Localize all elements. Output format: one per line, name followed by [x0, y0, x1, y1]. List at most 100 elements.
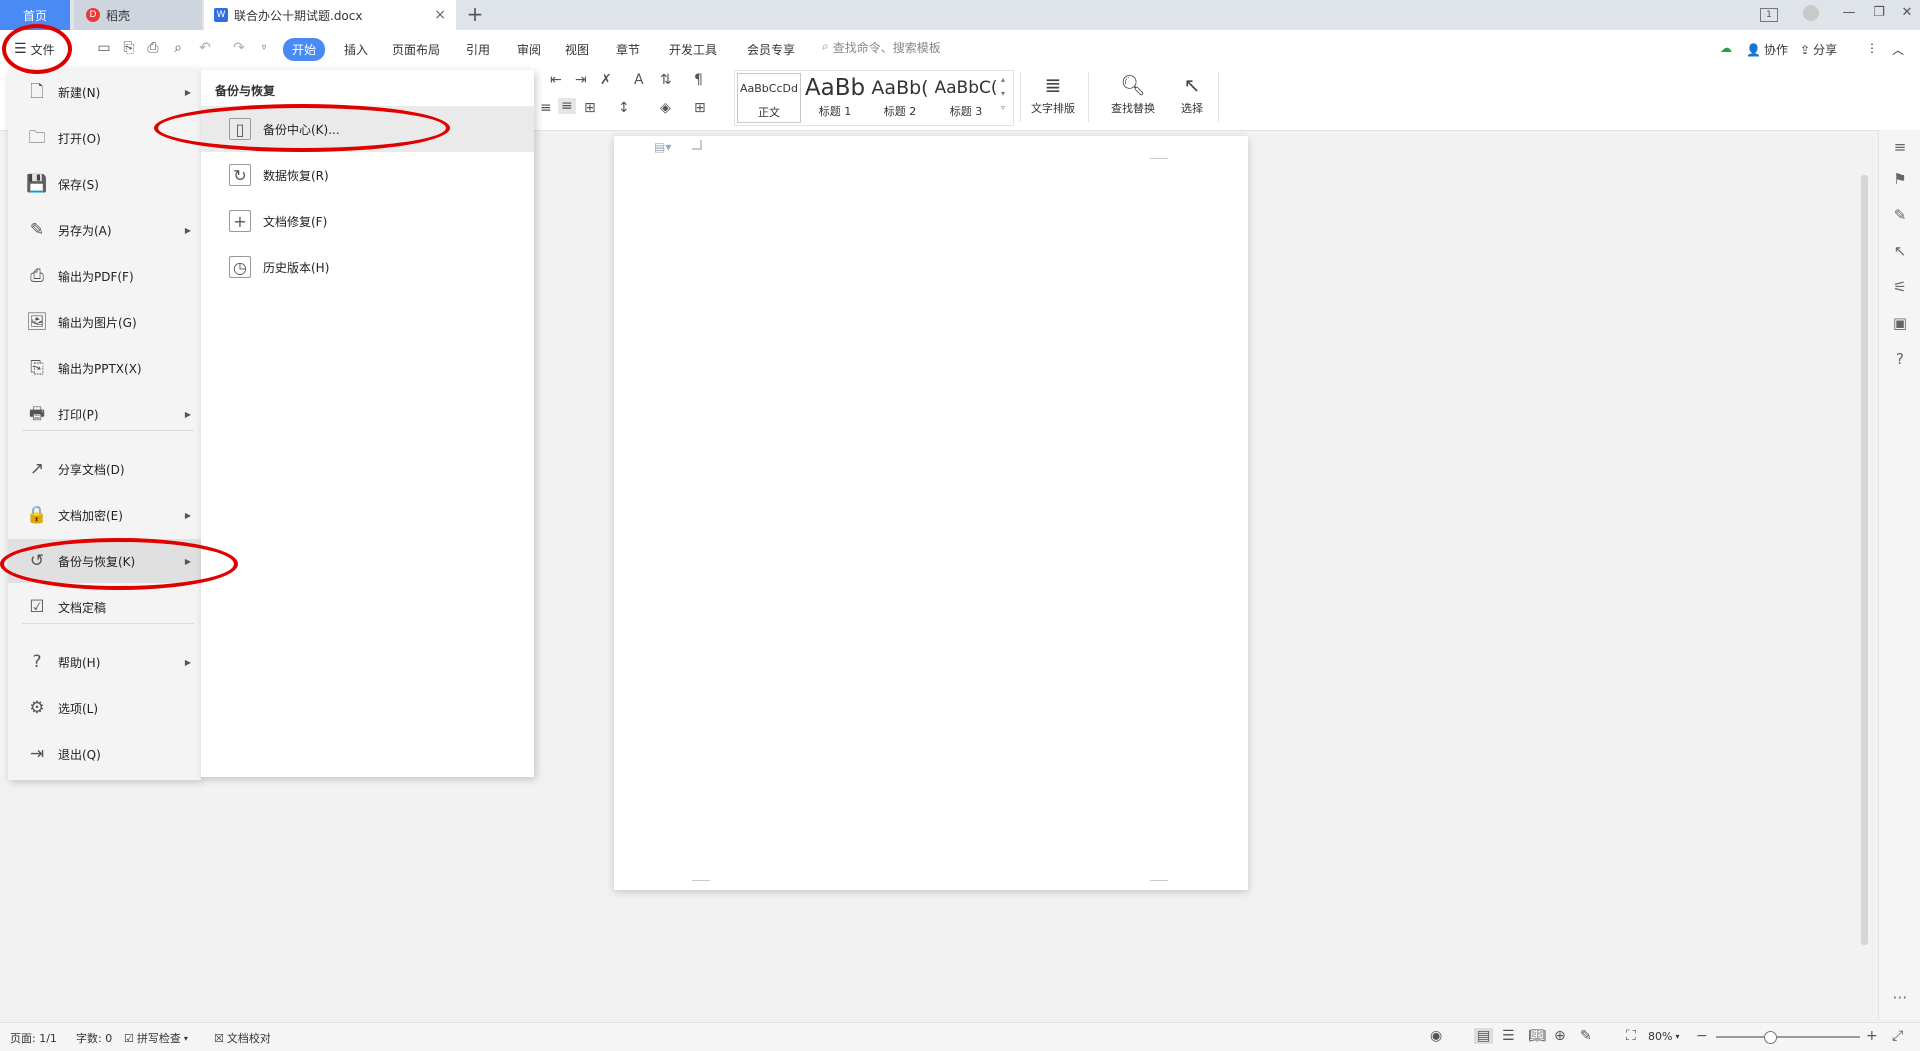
- help-circle-icon[interactable]: ?: [1889, 350, 1911, 372]
- collapse-ribbon-icon[interactable]: ︿: [1892, 41, 1904, 58]
- cross-icon[interactable]: ✗: [600, 72, 612, 88]
- decrease-indent-icon[interactable]: ⇤: [550, 72, 562, 88]
- adjust-icon[interactable]: ⚟: [1889, 278, 1911, 300]
- zoom-slider-track[interactable]: [1716, 1036, 1860, 1038]
- tab-document[interactable]: W 联合办公十期试题.docx ×: [204, 0, 456, 30]
- submenu-item-backup-center[interactable]: ▯ 备份中心(K)...: [201, 106, 534, 152]
- submenu-item-doc-repair[interactable]: + 文档修复(F): [201, 198, 534, 244]
- file-menu-button[interactable]: ☰ 文件: [8, 36, 61, 62]
- restore-icon[interactable]: ❐: [1868, 5, 1890, 20]
- tab-view[interactable]: 视图: [565, 41, 589, 58]
- style-heading-2-sample: AaBb(: [871, 77, 929, 99]
- tab-developer[interactable]: 开发工具: [669, 41, 717, 58]
- spellcheck-button[interactable]: ☑ 拼写检查 ▾: [124, 1030, 188, 1046]
- file-menu-item-save-as[interactable]: ✎ 另存为(A) ▶: [8, 208, 201, 252]
- file-menu-item-encrypt[interactable]: 🔒 文档加密(E) ▶: [8, 493, 201, 537]
- more-dots-icon[interactable]: ⋯: [1889, 988, 1911, 1010]
- distribute-icon[interactable]: ⊞: [584, 100, 596, 116]
- file-menu-item-new-doc[interactable]: 🗋 新建(N) ▶: [8, 70, 201, 114]
- reading-view-icon[interactable]: 📖︎: [1528, 1028, 1546, 1044]
- style-normal[interactable]: AaBbCcDd 正文: [737, 73, 801, 123]
- collaborate-button[interactable]: 👤 协作: [1746, 41, 1788, 58]
- document-page[interactable]: ▤▾: [614, 136, 1248, 890]
- writing-mode-icon[interactable]: ✎: [1580, 1028, 1592, 1044]
- shading-icon[interactable]: ◈: [660, 100, 671, 116]
- undo-icon[interactable]: ↶: [196, 39, 214, 57]
- scrollbar-thumb[interactable]: [1861, 175, 1868, 945]
- show-marks-icon[interactable]: ¶: [694, 72, 703, 88]
- zoom-slider-handle[interactable]: [1764, 1031, 1777, 1044]
- text-layout-button[interactable]: ≣ 文字排版: [1022, 70, 1084, 116]
- file-menu-item-share[interactable]: ↗ 分享文档(D): [8, 447, 201, 491]
- tab-home[interactable]: 首页: [0, 0, 70, 30]
- close-window-icon[interactable]: ✕: [1896, 5, 1918, 20]
- submenu-item-history[interactable]: ◷ 历史版本(H): [201, 244, 534, 290]
- outline-view-icon[interactable]: ☰: [1502, 1028, 1515, 1044]
- minimize-icon[interactable]: —: [1838, 5, 1860, 20]
- proofread-button[interactable]: ☒ 文档校对: [214, 1030, 271, 1046]
- text-direction-icon[interactable]: A: [634, 72, 644, 88]
- sort-icon[interactable]: ⇅: [660, 72, 672, 88]
- style-heading-3[interactable]: AaBbC( 标题 3: [933, 73, 999, 125]
- zoom-out-icon[interactable]: −: [1696, 1028, 1708, 1044]
- share-button[interactable]: ⇪ 分享: [1800, 41, 1837, 58]
- submenu-item-data-recovery[interactable]: ↻ 数据恢复(R): [201, 152, 534, 198]
- cloud-sync-icon[interactable]: ☁: [1720, 41, 1732, 55]
- word-count[interactable]: 字数: 0: [76, 1030, 112, 1046]
- file-menu-item-pptx[interactable]: ⎘ 输出为PPTX(X): [8, 346, 201, 390]
- align-left-icon[interactable]: ≡: [540, 100, 552, 116]
- image-icon: 🖼: [26, 312, 48, 332]
- align-center-icon[interactable]: ≡: [558, 98, 576, 114]
- redo-icon[interactable]: ↷: [230, 39, 248, 57]
- close-tab-icon[interactable]: ×: [434, 7, 446, 23]
- page-view-icon[interactable]: ▤: [1474, 1028, 1494, 1044]
- file-menu-item-help[interactable]: ? 帮助(H) ▶: [8, 640, 201, 684]
- file-menu-item-exit[interactable]: ⇥ 退出(Q): [8, 732, 201, 776]
- tab-start[interactable]: 开始: [283, 38, 326, 61]
- style-gallery-scroll-icon[interactable]: ▴ ▾ ▿: [1001, 73, 1005, 115]
- more-options-icon[interactable]: ⋮: [1866, 41, 1878, 55]
- style-heading-1[interactable]: AaBb 标题 1: [803, 73, 867, 125]
- image-tool-icon[interactable]: ▣: [1889, 314, 1911, 336]
- line-spacing-icon[interactable]: ↕: [618, 100, 630, 116]
- doc-outline-icon[interactable]: ▤▾: [654, 140, 671, 154]
- tab-references[interactable]: 引用: [466, 41, 490, 58]
- file-menu-item-backup[interactable]: ↺ 备份与恢复(K) ▶: [8, 539, 201, 583]
- file-menu-item-save[interactable]: 💾 保存(S): [8, 162, 201, 206]
- rocket-icon[interactable]: ⚑: [1889, 170, 1911, 192]
- print-icon[interactable]: ⎙: [144, 39, 162, 57]
- tab-insert[interactable]: 插入: [344, 41, 368, 58]
- increase-indent-icon[interactable]: ⇥: [575, 72, 587, 88]
- zoom-level[interactable]: 80% ▾: [1648, 1030, 1679, 1043]
- file-menu-item-folder[interactable]: 🗀 打开(O): [8, 116, 201, 160]
- print-preview-icon[interactable]: ⌕: [169, 39, 187, 57]
- fit-page-icon[interactable]: ⛶: [1626, 1028, 1636, 1044]
- customize-dropdown-icon[interactable]: ▿: [255, 39, 273, 57]
- export-icon[interactable]: ⎘: [120, 39, 138, 57]
- zoom-in-icon[interactable]: +: [1866, 1028, 1878, 1044]
- file-menu-item-image[interactable]: 🖼 输出为图片(G): [8, 300, 201, 344]
- new-tab-button[interactable]: +: [462, 2, 488, 26]
- panel-menu-icon[interactable]: ≡: [1889, 138, 1911, 160]
- save-icon[interactable]: ▭: [95, 39, 113, 57]
- eye-protection-icon[interactable]: ◉: [1430, 1028, 1442, 1044]
- select-button[interactable]: ↖ 选择: [1170, 70, 1214, 116]
- web-view-icon[interactable]: ⊕: [1554, 1028, 1566, 1044]
- tab-member[interactable]: 会员专享: [747, 41, 795, 58]
- style-heading-2[interactable]: AaBb( 标题 2: [869, 73, 931, 125]
- borders-icon[interactable]: ⊞: [694, 100, 706, 116]
- tab-section[interactable]: 章节: [616, 41, 640, 58]
- pointer-icon[interactable]: ↖: [1889, 242, 1911, 264]
- command-search-input[interactable]: ⌕ 查找命令、搜索模板: [822, 39, 941, 56]
- tab-daoke[interactable]: D 稻壳: [74, 0, 202, 30]
- tab-page-layout[interactable]: 页面布局: [392, 41, 440, 58]
- pen-icon[interactable]: ✎: [1889, 206, 1911, 228]
- fullscreen-icon[interactable]: ⤢: [1892, 1028, 1903, 1044]
- avatar[interactable]: [1800, 5, 1822, 25]
- find-replace-button[interactable]: 🔍︎ 查找替换: [1100, 70, 1166, 116]
- tab-review[interactable]: 审阅: [517, 41, 541, 58]
- file-menu-item-gear[interactable]: ⚙ 选项(L): [8, 686, 201, 730]
- file-menu-item-pdf[interactable]: ⎙ 输出为PDF(F): [8, 254, 201, 298]
- window-count-icon[interactable]: 1: [1760, 8, 1778, 22]
- page-indicator[interactable]: 页面: 1/1: [10, 1030, 57, 1046]
